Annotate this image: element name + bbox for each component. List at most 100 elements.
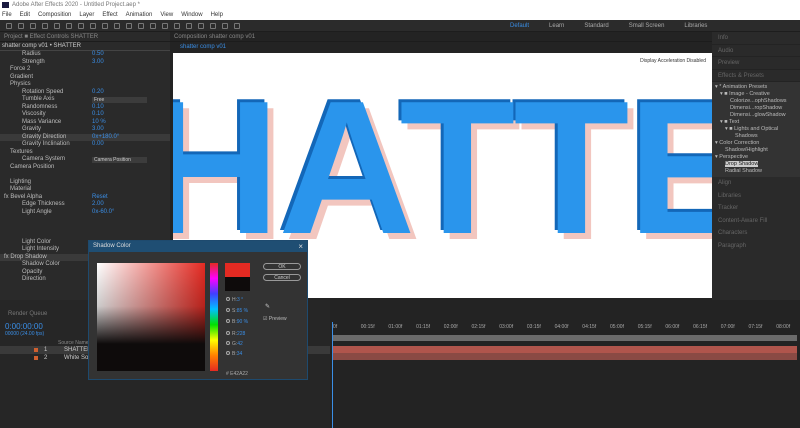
preset-item[interactable]: Dimensi...glowShadow	[712, 112, 800, 119]
time-ruler[interactable]: 0f 00:15f 01:00f 01:15f 02:00f 02:15f 03:00f 03…	[330, 322, 800, 334]
workspace-default[interactable]: Default	[510, 23, 529, 29]
field-value[interactable]: 85 %	[237, 308, 248, 314]
tool-icon[interactable]	[66, 23, 72, 29]
tool-icon[interactable]	[126, 23, 132, 29]
property-value[interactable]: 3.00	[92, 126, 104, 134]
tool-icon[interactable]	[222, 23, 228, 29]
property-row[interactable]: Gravity 3.00	[0, 126, 170, 134]
property-row[interactable]: Force 2	[0, 66, 170, 74]
viewer-tab[interactable]: Composition shatter comp v01	[170, 32, 712, 42]
panel-preview[interactable]: Preview	[712, 57, 800, 70]
property-row[interactable]: Viscosity 0.10	[0, 111, 170, 119]
layer-bar-shatter[interactable]	[333, 346, 797, 353]
property-row[interactable]	[0, 231, 170, 239]
panel-align[interactable]: Align	[712, 177, 800, 190]
property-row[interactable]	[0, 216, 170, 224]
tool-icon[interactable]	[174, 23, 180, 29]
panel-audio[interactable]: Audio	[712, 45, 800, 57]
menu-window[interactable]: Window	[181, 10, 202, 20]
field-value[interactable]: 3 °	[237, 297, 243, 303]
menu-layer[interactable]: Layer	[79, 10, 94, 20]
comp-subtab[interactable]: shatter comp v01	[170, 42, 712, 52]
radio-button[interactable]	[226, 297, 230, 301]
menu-animation[interactable]: Animation	[126, 10, 153, 20]
preset-item[interactable]: Radial Shadow	[712, 168, 800, 175]
property-value[interactable]: 0x+180.0°	[92, 134, 119, 142]
radio-button[interactable]	[226, 319, 230, 323]
preset-item[interactable]: ▾ Perspective	[712, 154, 800, 161]
preset-item[interactable]: Drop Shadow	[712, 161, 800, 168]
tool-icon[interactable]	[18, 23, 24, 29]
ok-button[interactable]: OK	[263, 263, 301, 270]
layer-bar-white-solid[interactable]	[333, 353, 797, 360]
preset-item[interactable]: Shadows	[712, 133, 800, 140]
property-value[interactable]: 0.10	[92, 111, 104, 119]
property-row[interactable]: Gradient	[0, 74, 170, 82]
property-value[interactable]: 3.00	[92, 59, 104, 67]
color-field-4[interactable]: G:42	[226, 341, 243, 347]
property-row[interactable]: Tumble Axis Free	[0, 96, 170, 104]
preset-item[interactable]: ▾ ■ Text	[712, 119, 800, 126]
panel-tracker[interactable]: Tracker	[712, 202, 800, 215]
property-row[interactable]: Mass Variance 10 %	[0, 119, 170, 127]
color-field-0[interactable]: H:3 °	[226, 297, 243, 303]
tool-icon[interactable]	[114, 23, 120, 29]
tool-icon[interactable]	[234, 23, 240, 29]
preset-item[interactable]: ▾ Color Correction	[712, 140, 800, 147]
property-value[interactable]: 0.20	[92, 89, 104, 97]
property-row[interactable]: Radius 0.50	[0, 51, 170, 59]
tool-icon[interactable]	[150, 23, 156, 29]
cancel-button[interactable]: Cancel	[263, 274, 301, 281]
property-row[interactable]: Gravity Direction 0x+180.0°	[0, 133, 170, 142]
panel-content-aware-fill[interactable]: Content-Aware Fill	[712, 215, 800, 228]
radio-button[interactable]	[226, 331, 230, 335]
current-timecode[interactable]: 0:00:00:00	[5, 322, 43, 331]
tool-icon[interactable]	[186, 23, 192, 29]
preset-item[interactable]: ▾ ■ Image - Creative	[712, 91, 800, 98]
preset-item[interactable]: Colorize...ophShadows	[712, 98, 800, 105]
color-field-5[interactable]: B:34	[226, 351, 242, 357]
property-value[interactable]: 2.00	[92, 201, 104, 209]
property-row[interactable]: Lighting	[0, 179, 170, 187]
preset-item[interactable]: Dimensi...ropShadow	[712, 105, 800, 112]
tool-icon[interactable]	[42, 23, 48, 29]
property-value[interactable]: 0x-60.0°	[92, 209, 114, 217]
panel-libraries[interactable]: Libraries	[712, 190, 800, 203]
tool-icon[interactable]	[102, 23, 108, 29]
panel-effects-presets[interactable]: Effects & Presets	[712, 70, 800, 82]
property-row[interactable]: Gravity Inclination 0.00	[0, 141, 170, 149]
menu-effect[interactable]: Effect	[102, 10, 117, 20]
property-row[interactable]: Edge Thickness 2.00	[0, 201, 170, 209]
workspace-learn[interactable]: Learn	[549, 23, 564, 29]
menu-file[interactable]: File	[2, 10, 12, 20]
color-field-3[interactable]: R:228	[226, 331, 245, 337]
eyedropper-icon[interactable]: ✎	[265, 303, 270, 310]
preset-item[interactable]: Shadow/Highlight	[712, 147, 800, 154]
property-dropdown[interactable]: Free	[92, 97, 147, 103]
menu-edit[interactable]: Edit	[20, 10, 30, 20]
property-row[interactable]: Camera System Camera Position	[0, 156, 170, 164]
property-row[interactable]: Light Angle 0x-60.0°	[0, 209, 170, 217]
property-value[interactable]: 0.50	[92, 51, 104, 59]
tool-icon[interactable]	[210, 23, 216, 29]
property-dropdown[interactable]: Camera Position	[92, 157, 147, 163]
tool-icon[interactable]	[90, 23, 96, 29]
field-value[interactable]: 90 %	[237, 319, 248, 325]
menu-view[interactable]: View	[160, 10, 173, 20]
property-row[interactable]: Physics	[0, 81, 170, 89]
property-row[interactable]: Strength 3.00	[0, 59, 170, 67]
preview-checkbox[interactable]: ☑ Preview	[263, 316, 287, 322]
field-value[interactable]: 42	[237, 341, 243, 347]
property-row[interactable]: Randomness 0.10	[0, 104, 170, 112]
property-value[interactable]: Reset	[92, 194, 108, 202]
menu-composition[interactable]: Composition	[38, 10, 71, 20]
workspace-standard[interactable]: Standard	[584, 23, 608, 29]
property-row[interactable]: Textures	[0, 149, 170, 157]
radio-button[interactable]	[226, 341, 230, 345]
color-field-1[interactable]: S:85 %	[226, 308, 248, 314]
menu-help[interactable]: Help	[211, 10, 223, 20]
preset-item[interactable]: ▾ ■ Lights and Optical	[712, 126, 800, 133]
preset-item[interactable]: ▾ * Animation Presets	[712, 84, 800, 91]
tool-icon[interactable]	[138, 23, 144, 29]
panel-paragraph[interactable]: Paragraph	[712, 240, 800, 253]
